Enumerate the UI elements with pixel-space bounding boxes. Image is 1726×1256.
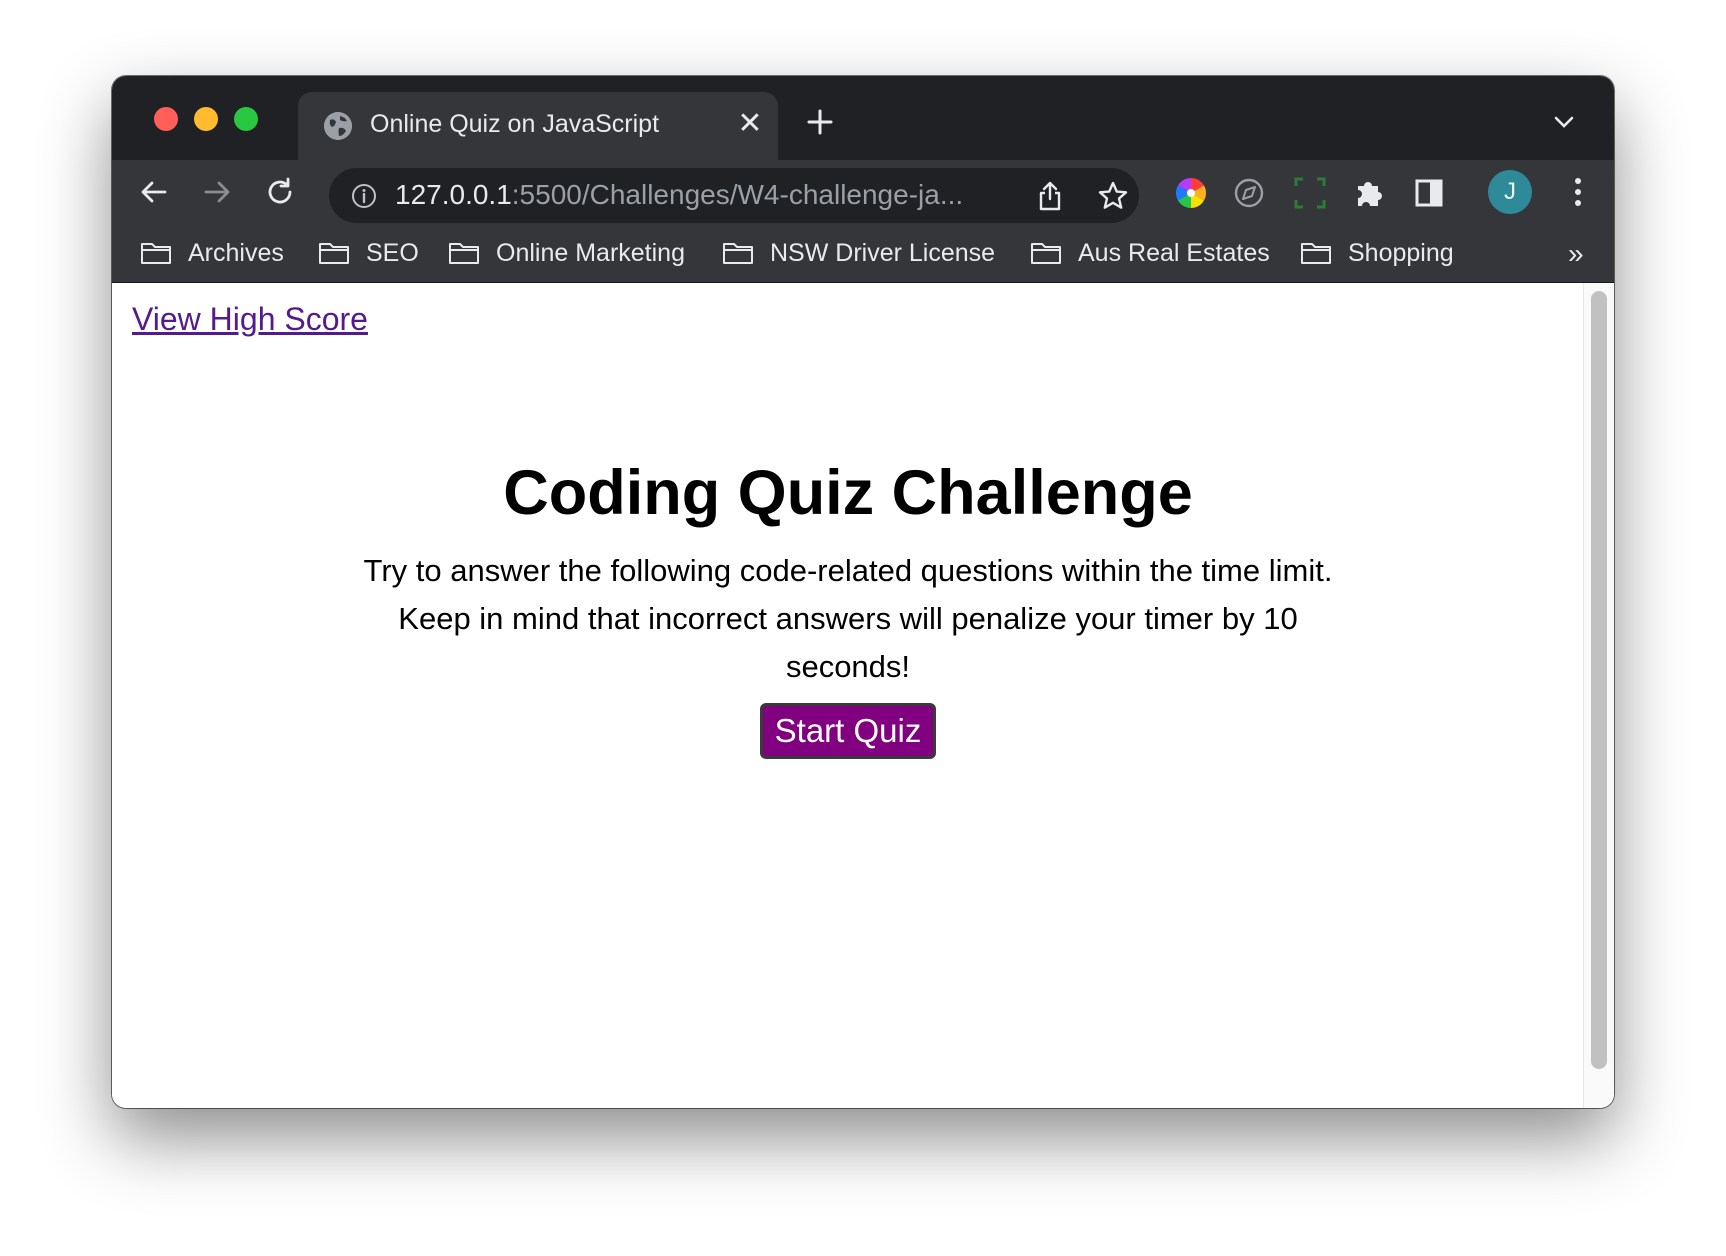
- share-icon[interactable]: [1035, 180, 1065, 212]
- address-bar[interactable]: 127.0.0.1:5500/Challenges/W4-challenge-j…: [329, 168, 1139, 223]
- folder-icon: [449, 243, 479, 264]
- scrollbar[interactable]: [1583, 283, 1614, 1108]
- bookmark-label: NSW Driver License: [770, 238, 996, 267]
- puzzle-icon[interactable]: [1352, 176, 1386, 210]
- avatar[interactable]: J: [1488, 170, 1532, 214]
- quiz-intro: Coding Quiz Challenge Try to answer the …: [112, 453, 1584, 759]
- tab-title: Online Quiz on JavaScript: [370, 110, 660, 138]
- tab-strip: Online Quiz on JavaScript ✕: [112, 76, 1614, 160]
- color-wheel-icon[interactable]: [1174, 176, 1208, 210]
- more-vert-icon[interactable]: [1572, 176, 1584, 208]
- bookmark-archives[interactable]: Archives: [140, 236, 284, 270]
- bookmark-label: Online Marketing: [496, 238, 685, 267]
- folder-icon: [319, 243, 349, 264]
- view-high-score-link[interactable]: View High Score: [132, 301, 368, 338]
- star-icon[interactable]: [1097, 180, 1129, 212]
- sidebar-icon[interactable]: [1412, 176, 1446, 210]
- folder-icon: [141, 243, 171, 264]
- bookmarks-overflow-button[interactable]: »: [1568, 238, 1584, 270]
- browser-toolbar: 127.0.0.1:5500/Challenges/W4-challenge-j…: [112, 160, 1614, 224]
- bookmark-nsw-driver-license[interactable]: NSW Driver License: [722, 236, 995, 270]
- folder-icon: [723, 243, 753, 264]
- page-viewport: View High Score Coding Quiz Challenge Tr…: [112, 283, 1614, 1108]
- folder-icon: [1301, 243, 1331, 264]
- info-icon[interactable]: [351, 183, 377, 209]
- back-arrow-icon[interactable]: [138, 176, 170, 208]
- close-window-button[interactable]: [154, 107, 178, 131]
- quiz-description: Try to answer the following code-related…: [363, 553, 1333, 684]
- bookmark-label: Shopping: [1348, 238, 1454, 267]
- url-text: 127.0.0.1:5500/Challenges/W4-challenge-j…: [395, 179, 963, 211]
- bookmarks-bar: Archives SEO Online Marketing NSW Driver…: [112, 224, 1614, 283]
- bookmark-aus-real-estates[interactable]: Aus Real Estates: [1030, 236, 1270, 270]
- folder-icon: [1031, 243, 1061, 264]
- bookmark-shopping[interactable]: Shopping: [1300, 236, 1454, 270]
- start-quiz-button[interactable]: Start Quiz: [759, 703, 937, 759]
- maximize-window-button[interactable]: [234, 107, 258, 131]
- bookmark-seo[interactable]: SEO: [318, 236, 419, 270]
- compass-icon[interactable]: [1232, 176, 1266, 210]
- reload-icon[interactable]: [264, 176, 296, 208]
- screenshot-icon[interactable]: [1293, 176, 1327, 210]
- page-title: Coding Quiz Challenge: [503, 458, 1193, 528]
- bookmark-label: SEO: [366, 238, 419, 267]
- chevron-down-icon[interactable]: [1552, 112, 1576, 132]
- scrollbar-thumb[interactable]: [1591, 291, 1607, 1069]
- browser-tab[interactable]: Online Quiz on JavaScript ✕: [298, 92, 778, 160]
- minimize-window-button[interactable]: [194, 107, 218, 131]
- forward-arrow-icon[interactable]: [201, 176, 233, 208]
- browser-window: Online Quiz on JavaScript ✕ 127.0.0.1:55…: [112, 76, 1614, 1108]
- globe-icon: [324, 112, 352, 140]
- bookmark-label: Archives: [188, 238, 284, 267]
- plus-icon[interactable]: [804, 106, 836, 138]
- close-icon[interactable]: ✕: [734, 108, 766, 140]
- url-host: 127.0.0.1: [395, 179, 512, 210]
- bookmark-online-marketing[interactable]: Online Marketing: [448, 236, 685, 270]
- bookmark-label: Aus Real Estates: [1078, 238, 1270, 267]
- url-path: :5500/Challenges/W4-challenge-ja...: [511, 179, 964, 210]
